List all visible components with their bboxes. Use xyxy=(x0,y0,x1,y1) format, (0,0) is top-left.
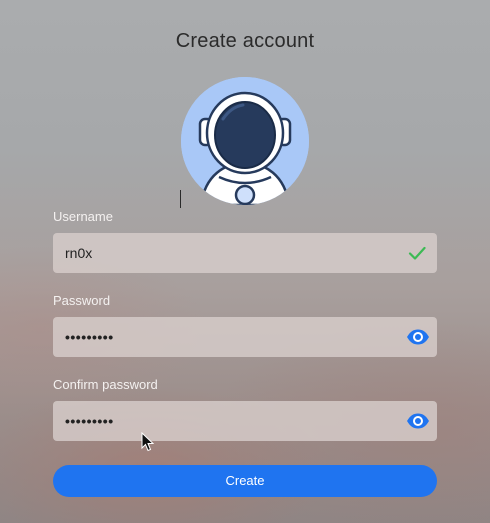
password-label: Password xyxy=(53,293,111,308)
password-field[interactable]: ••••••••• xyxy=(53,317,437,357)
page-title: Create account xyxy=(175,30,315,52)
eye-icon[interactable] xyxy=(406,410,429,432)
text-caret xyxy=(180,190,181,208)
eye-icon[interactable] xyxy=(406,326,429,348)
confirm-password-field[interactable]: ••••••••• xyxy=(53,401,437,441)
avatar[interactable] xyxy=(181,77,309,205)
password-value: ••••••••• xyxy=(65,329,114,345)
username-value: rn0x xyxy=(65,245,93,261)
confirm-password-value: ••••••••• xyxy=(65,413,114,429)
create-button[interactable]: Create xyxy=(53,465,437,497)
check-icon xyxy=(406,242,428,264)
astronaut-icon xyxy=(181,77,309,205)
confirm-password-label: Confirm password xyxy=(53,377,158,392)
username-field[interactable]: rn0x xyxy=(53,233,437,273)
mouse-pointer-icon xyxy=(141,432,155,452)
username-label: Username xyxy=(53,209,113,224)
